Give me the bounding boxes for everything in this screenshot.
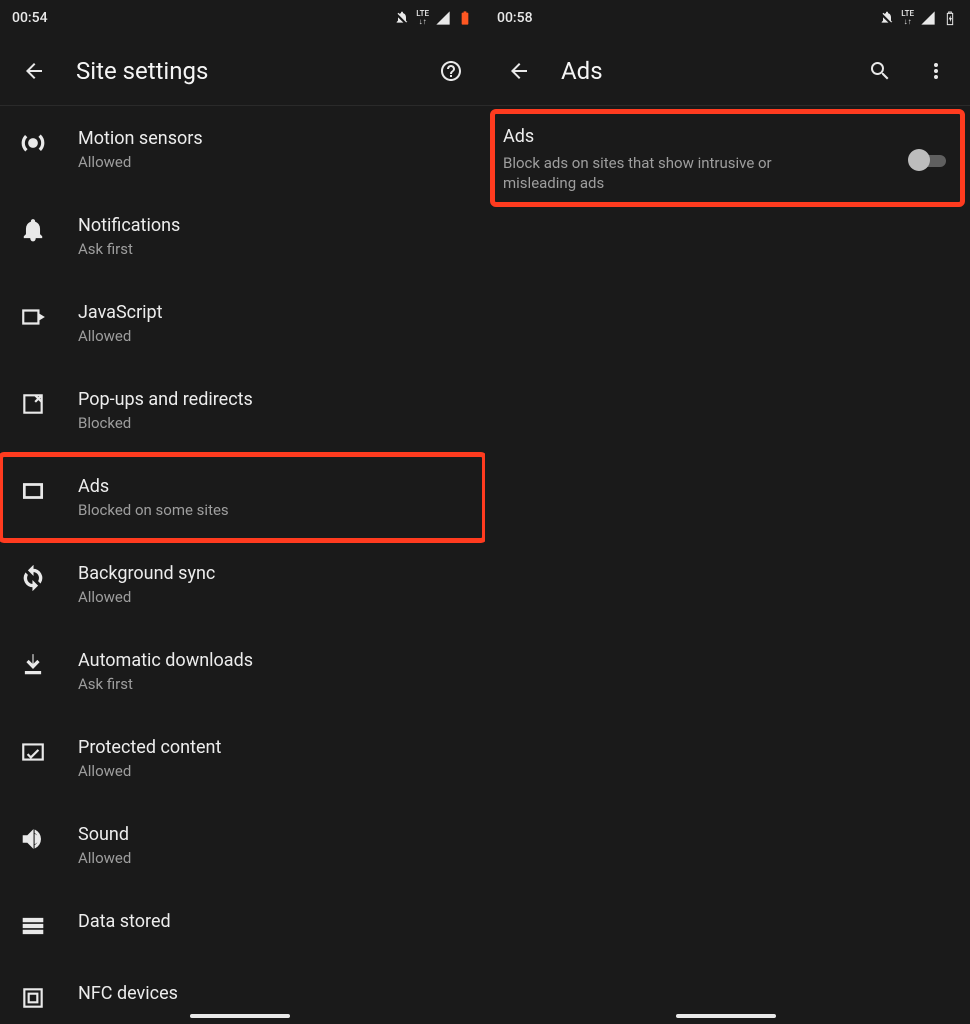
row-nfc-devices[interactable]: NFC devices [0,961,485,1011]
mute-icon [879,10,895,26]
row-sub: Allowed [78,588,215,606]
row-title: Ads [78,476,229,497]
download-icon [20,652,46,678]
settings-list: Motion sensors Allowed Notifications Ask f… [0,106,485,1024]
lte-icon: LTE↓↑ [901,10,914,26]
row-title: Notifications [78,215,180,236]
row-data-stored[interactable]: Data stored [0,889,485,961]
row-sub: Blocked on some sites [78,501,229,519]
more-button[interactable] [922,57,950,85]
home-indicator[interactable] [676,1014,776,1018]
bell-icon [20,217,46,243]
motion-icon [20,130,46,156]
home-indicator[interactable] [190,1014,290,1018]
row-javascript[interactable]: JavaScript Allowed [0,280,485,367]
row-title: Data stored [78,911,171,932]
row-automatic-downloads[interactable]: Automatic downloads Ask first [0,628,485,715]
row-title: JavaScript [78,302,163,323]
ads-description: Block ads on sites that show intrusive o… [503,153,843,194]
nfc-icon [20,985,46,1011]
ads-title: Ads [503,126,890,147]
row-ads[interactable]: Ads Blocked on some sites [0,454,485,541]
row-title: Protected content [78,737,221,758]
row-popups[interactable]: Pop-ups and redirects Blocked [0,367,485,454]
signal-icon [920,10,936,26]
row-sub: Ask first [78,240,180,258]
status-bar: 00:54 LTE↓↑ [0,0,485,36]
row-sub: Ask first [78,675,253,693]
status-icons: LTE↓↑ [879,10,958,26]
back-button[interactable] [20,57,48,85]
javascript-icon [20,304,46,330]
row-protected-content[interactable]: Protected content Allowed [0,715,485,802]
row-title: Automatic downloads [78,650,253,671]
search-button[interactable] [866,57,894,85]
pane-ads: 00:58 LTE↓↑ Ads Ads Block ads on sites t… [485,0,970,1024]
ads-toggle-row[interactable]: Ads Block ads on sites that show intrusi… [503,126,952,194]
sync-icon [20,565,46,591]
status-time: 00:58 [497,10,533,26]
lte-icon: LTE↓↑ [416,10,429,26]
row-sub: Blocked [78,414,253,432]
row-sub: Allowed [78,327,163,345]
row-sound[interactable]: Sound Allowed [0,802,485,889]
row-title: Background sync [78,563,215,584]
row-title: Sound [78,824,131,845]
mute-icon [394,10,410,26]
battery-icon [942,10,958,26]
storage-icon [20,913,46,939]
popup-icon [20,391,46,417]
signal-icon [435,10,451,26]
row-motion-sensors[interactable]: Motion sensors Allowed [0,106,485,193]
row-background-sync[interactable]: Background sync Allowed [0,541,485,628]
row-sub: Allowed [78,762,221,780]
protected-icon [20,739,46,765]
row-title: Pop-ups and redirects [78,389,253,410]
help-button[interactable] [437,57,465,85]
row-title: Motion sensors [78,128,203,149]
page-header: Site settings [0,36,485,106]
row-sub: Allowed [78,153,203,171]
status-time: 00:54 [12,10,48,26]
page-header: Ads [485,36,970,106]
status-bar: 00:58 LTE↓↑ [485,0,970,36]
pane-site-settings: 00:54 LTE↓↑ Site settings Motion sensors… [0,0,485,1024]
sound-icon [20,826,46,852]
ads-icon [20,478,46,504]
ads-setting-panel: Ads Block ads on sites that show intrusi… [485,106,970,214]
ads-toggle[interactable] [908,148,952,172]
row-notifications[interactable]: Notifications Ask first [0,193,485,280]
status-icons: LTE↓↑ [394,10,473,26]
back-button[interactable] [505,57,533,85]
row-sub: Allowed [78,849,131,867]
row-title: NFC devices [78,983,178,1004]
page-title: Ads [561,57,603,85]
page-title: Site settings [76,57,208,85]
battery-icon [457,10,473,26]
